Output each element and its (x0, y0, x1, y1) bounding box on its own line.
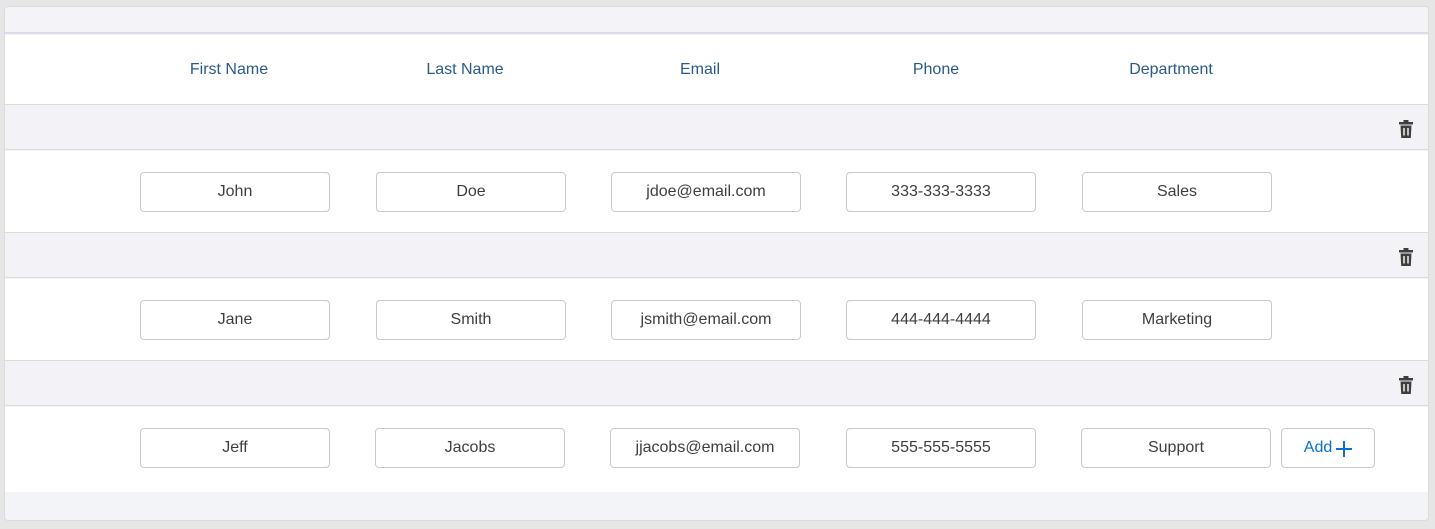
first-name-field[interactable] (140, 300, 330, 340)
table-row (5, 279, 1428, 361)
add-label: Add (1303, 439, 1333, 456)
department-field[interactable] (1081, 428, 1271, 468)
first-name-field[interactable] (140, 428, 330, 468)
department-field[interactable] (1082, 300, 1272, 340)
email-field[interactable] (611, 300, 801, 340)
row-toolbar (5, 104, 1428, 150)
department-field[interactable] (1082, 172, 1272, 212)
last-name-field[interactable] (376, 300, 566, 340)
table-row: Add (5, 407, 1428, 492)
table-row (5, 151, 1428, 233)
trash-icon[interactable] (1399, 120, 1413, 138)
contacts-editor: First Name Last Name Email Phone Departm… (4, 6, 1429, 521)
plus-icon (1336, 441, 1353, 457)
trash-icon[interactable] (1399, 248, 1413, 266)
phone-field[interactable] (846, 428, 1036, 468)
row-toolbar (5, 360, 1428, 406)
trash-icon[interactable] (1399, 376, 1413, 394)
email-field[interactable] (611, 172, 801, 212)
email-field[interactable] (610, 428, 800, 468)
column-header-last-name: Last Name (426, 61, 504, 78)
first-name-field[interactable] (140, 172, 330, 212)
column-header-email: Email (679, 61, 720, 78)
last-name-field[interactable] (376, 172, 566, 212)
top-strip (5, 7, 1428, 34)
column-header-first-name: First Name (189, 61, 269, 78)
add-row-button[interactable]: Add (1281, 428, 1375, 468)
column-header-department: Department (1129, 61, 1213, 78)
column-header-phone: Phone (912, 61, 960, 78)
phone-field[interactable] (846, 172, 1036, 212)
row-toolbar (5, 232, 1428, 278)
last-name-field[interactable] (375, 428, 565, 468)
column-header-row: First Name Last Name Email Phone Departm… (5, 35, 1428, 105)
phone-field[interactable] (846, 300, 1036, 340)
